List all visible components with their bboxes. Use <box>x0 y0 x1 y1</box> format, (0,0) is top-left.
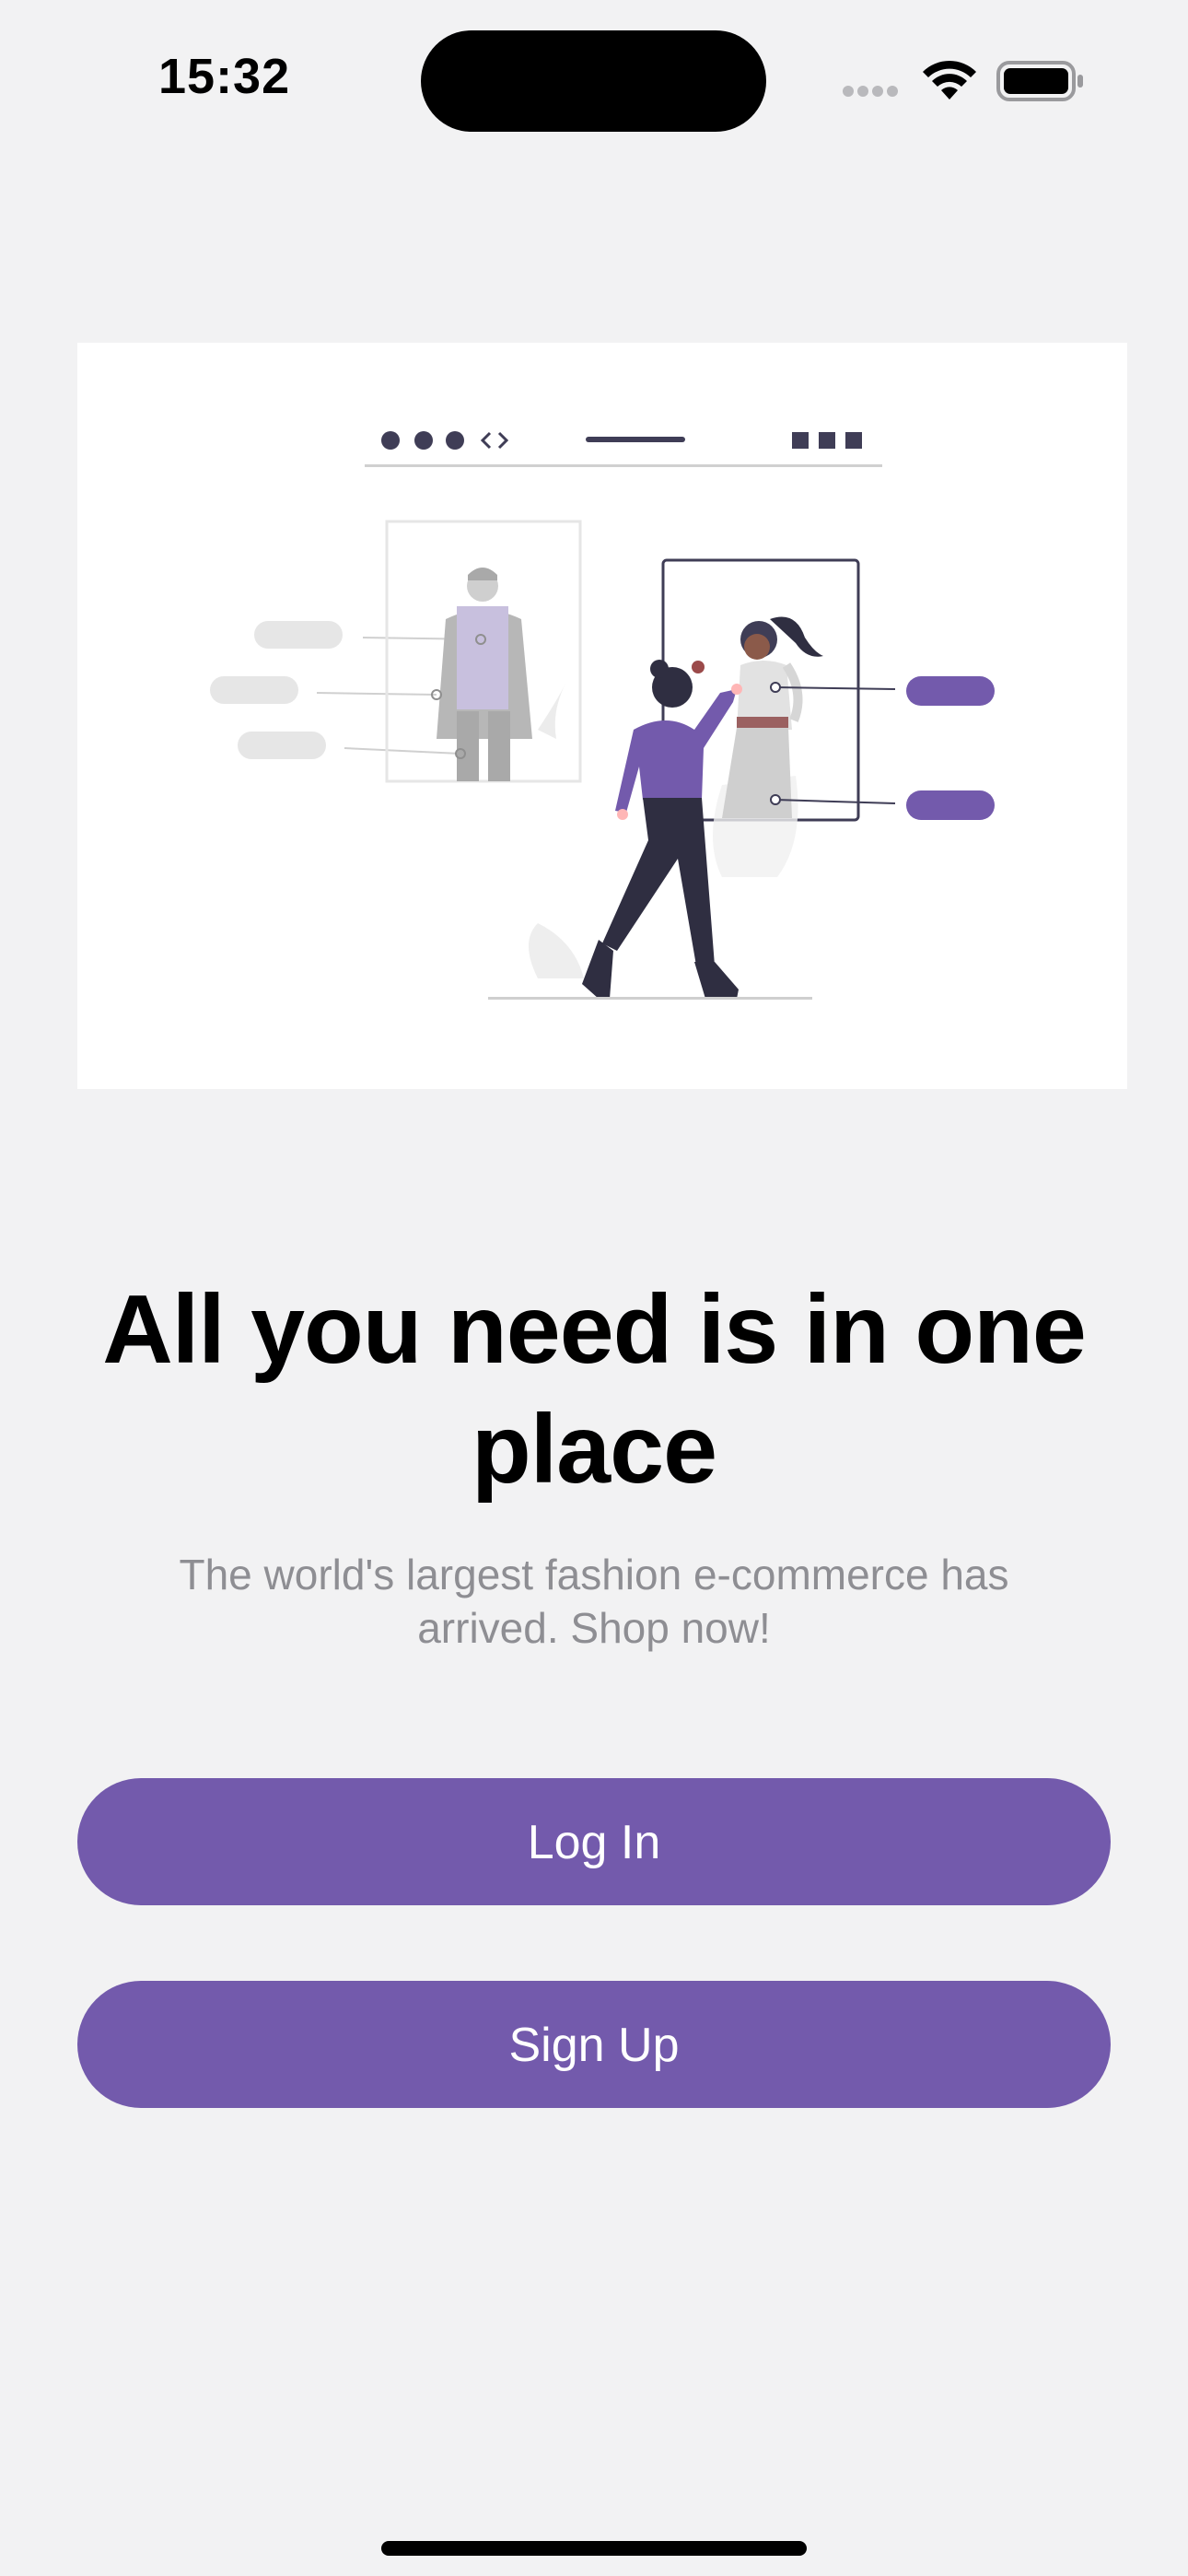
wifi-icon <box>919 57 980 108</box>
status-time: 15:32 <box>158 49 291 104</box>
dynamic-island <box>421 30 766 132</box>
status-bar: 15:32 <box>0 0 1188 166</box>
cellular-signal-icon <box>843 85 902 101</box>
subtitle: The world's largest fashion e-commerce h… <box>179 1551 1009 1652</box>
signup-button[interactable]: Sign Up <box>77 1981 1111 2108</box>
fashion-browsing-illustration-icon <box>210 431 995 1000</box>
login-button[interactable]: Log In <box>77 1778 1111 1905</box>
hero-illustration <box>77 343 1127 1089</box>
home-indicator[interactable] <box>381 2541 807 2556</box>
headline: All you need is in one place <box>102 1275 1087 1504</box>
battery-icon <box>996 59 1085 108</box>
